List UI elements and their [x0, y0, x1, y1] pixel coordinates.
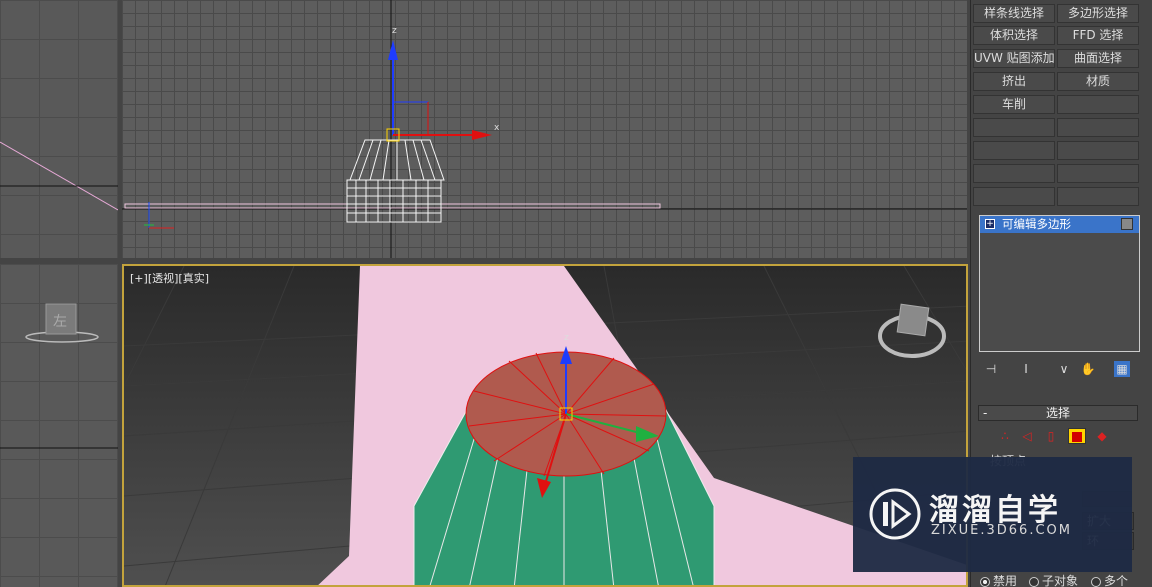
expand-icon[interactable]: +	[985, 219, 995, 229]
show-end-result-icon[interactable]: Ⅰ	[1018, 361, 1034, 377]
modifier-button-poly-select[interactable]: 多边形选择	[1057, 4, 1139, 23]
viewport-top-left[interactable]	[0, 0, 118, 258]
modifier-button-empty[interactable]	[973, 187, 1055, 206]
element-mode-icon[interactable]: ◆	[1093, 428, 1111, 444]
modifier-button-empty[interactable]	[1057, 187, 1139, 206]
make-unique-icon[interactable]: ∨	[1056, 361, 1072, 377]
remove-modifier-icon[interactable]: ✋	[1080, 361, 1096, 377]
svg-text:x: x	[494, 123, 500, 133]
modifier-button-extrude[interactable]: 挤出	[973, 72, 1055, 91]
modifier-button-ffd-select[interactable]: FFD 选择	[1057, 26, 1139, 45]
viewcube-label[interactable]: 左	[53, 311, 67, 331]
viewport-perspective[interactable]: z [+][透视][真实]	[122, 264, 968, 587]
collapse-toggle[interactable]: -	[983, 406, 987, 420]
modifier-button-lathe[interactable]: 车削	[973, 95, 1055, 114]
max-workspace: z x 左 z [+][透视][真实] 样条线选择 多边形选择 体积选择 FFD…	[0, 0, 1152, 587]
modifier-button-empty[interactable]	[973, 164, 1055, 183]
perspective-scene: z	[124, 266, 966, 585]
polygon-mode-icon[interactable]	[1068, 428, 1086, 444]
play-logo-icon	[869, 488, 921, 540]
viewport-front[interactable]: z x	[122, 0, 967, 258]
radio-dot	[1029, 576, 1039, 587]
configure-sets-icon[interactable]: ▦	[1114, 361, 1130, 377]
radio-dot	[980, 576, 990, 587]
top-left-scene	[0, 141, 118, 211]
vertex-mode-icon[interactable]: ∴	[996, 428, 1014, 444]
watermark-url: ZIXUE.3D66.COM	[931, 523, 1072, 538]
cup-wireframe	[346, 139, 445, 223]
modifier-button-empty[interactable]	[1057, 95, 1139, 114]
modifier-button-material[interactable]: 材质	[1057, 72, 1139, 91]
modifier-button-empty[interactable]	[1057, 118, 1139, 137]
radio-disabled-label: 禁用	[993, 574, 1018, 587]
rollout-title: 选择	[1045, 406, 1070, 420]
selection-rollout-header[interactable]: - 选择	[978, 405, 1138, 421]
modifier-button-vol-select[interactable]: 体积选择	[973, 26, 1055, 45]
perspective-gizmo-z: z	[564, 333, 569, 343]
radio-subobject[interactable]: 子对象	[1029, 572, 1078, 587]
viewport-left[interactable]: 左	[0, 264, 118, 587]
modifier-stack[interactable]: + 可编辑多边形	[979, 215, 1140, 352]
viewport-view-menu[interactable]: [透视]	[148, 272, 179, 285]
modifier-button-empty[interactable]	[973, 118, 1055, 137]
pin-stack-icon[interactable]: ⊣	[983, 361, 999, 377]
object-color-swatch	[1121, 218, 1133, 230]
radio-dot	[1091, 576, 1101, 587]
radio-subobject-label: 子对象	[1042, 574, 1079, 587]
front-axis-z: z	[392, 26, 397, 36]
perspective-viewport-label: [+][透视][真实]	[130, 270, 209, 286]
modifier-button-empty[interactable]	[1057, 141, 1139, 160]
modifier-button-spline-select[interactable]: 样条线选择	[973, 4, 1055, 23]
modifier-button-empty[interactable]	[973, 141, 1055, 160]
stack-item-editable-poly[interactable]: + 可编辑多边形	[980, 216, 1139, 233]
border-mode-icon[interactable]: ▯	[1042, 428, 1060, 444]
edge-mode-icon[interactable]: ◁	[1018, 428, 1036, 444]
watermark-overlay: 溜溜自学 ZIXUE.3D66.COM	[853, 457, 1132, 572]
stack-item-label: 可编辑多边形	[1002, 217, 1071, 231]
modifier-button-empty[interactable]	[1057, 164, 1139, 183]
viewport-plus-menu[interactable]: [+]	[130, 272, 148, 285]
modifier-button-surface-select[interactable]: 曲面选择	[1057, 49, 1139, 68]
modifier-button-uvw-map-add[interactable]: UVW 贴图添加	[973, 49, 1055, 68]
radio-multiple-label: 多个	[1104, 574, 1129, 587]
front-scene: z x	[122, 0, 967, 258]
radio-disabled[interactable]: 禁用	[980, 572, 1017, 587]
viewport-shading-menu[interactable]: [真实]	[178, 272, 209, 285]
radio-multiple[interactable]: 多个	[1091, 572, 1128, 587]
